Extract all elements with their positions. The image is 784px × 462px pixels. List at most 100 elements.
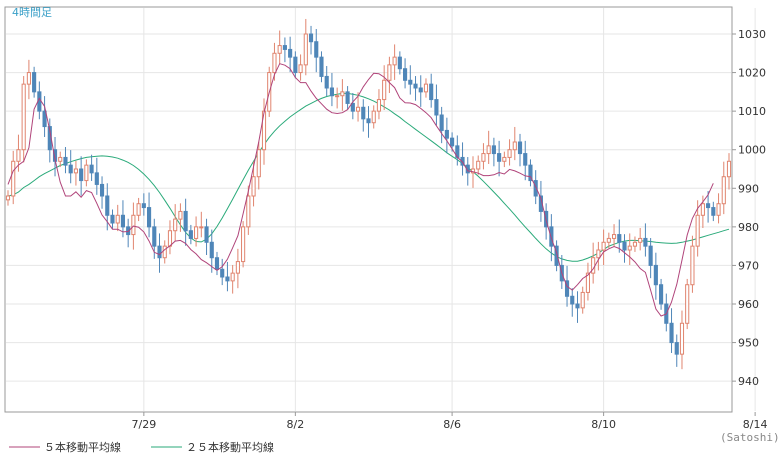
candle-down: [491, 145, 496, 155]
candle-up: [272, 52, 277, 74]
candle-up: [173, 218, 178, 232]
candle-up: [611, 234, 617, 239]
plot-area: [4, 6, 733, 413]
y-axis-ticks: 940 950 960 970 980 990 1000 1010 1020 1030: [732, 28, 766, 388]
y-tick-label: 1020: [738, 67, 766, 80]
candle-up: [387, 64, 392, 81]
y-tick-label: 980: [738, 221, 759, 234]
candle-up: [115, 214, 120, 224]
candle-down: [397, 56, 402, 70]
candle-up: [580, 291, 585, 309]
candle-down: [214, 257, 220, 270]
legend-label-ma5: ５本移動平均線: [44, 440, 121, 454]
y-tick-label: 1000: [738, 144, 766, 157]
period-label: 4時間足: [12, 6, 52, 19]
candle-down: [314, 41, 319, 58]
candle-up: [371, 110, 376, 124]
candle-down: [89, 164, 94, 174]
candle-down: [617, 234, 622, 243]
candle-down: [94, 172, 99, 185]
candle-up: [303, 33, 308, 66]
candle-up: [131, 214, 136, 236]
candle-up: [277, 45, 282, 54]
candle-down: [99, 183, 105, 197]
candle-up: [16, 149, 21, 162]
candle-up: [638, 237, 643, 243]
candle-up: [251, 176, 256, 197]
candle-down: [361, 106, 366, 120]
candle-down: [68, 164, 73, 174]
candle-up: [376, 99, 382, 112]
candle-up: [700, 203, 705, 216]
candle-up: [355, 106, 361, 112]
candle-down: [308, 33, 314, 43]
candle-down: [319, 56, 324, 77]
candle-down: [105, 195, 110, 216]
x-tick-label: 7/29: [131, 418, 156, 431]
candle-down: [653, 264, 658, 286]
x-tick-label: 8/2: [287, 418, 305, 431]
candle-down: [669, 322, 674, 344]
candle-down: [659, 284, 664, 305]
candle-down: [439, 114, 444, 131]
candle-up: [241, 226, 246, 263]
candle-up: [392, 56, 397, 66]
y-tick-label: 1010: [738, 105, 766, 118]
candle-up: [601, 241, 606, 251]
candle-down: [204, 226, 209, 243]
y-tick-label: 990: [738, 182, 759, 195]
candle-up: [235, 261, 240, 274]
candle-up: [136, 203, 141, 216]
candle-down: [282, 45, 287, 50]
candle-up: [73, 168, 78, 174]
candle-up: [21, 83, 26, 151]
legend-label-ma25: ２５本移動平均線: [186, 440, 274, 454]
credit-label: (Satoshi): [720, 431, 780, 444]
candle-up: [685, 284, 690, 324]
candle-up: [476, 160, 481, 170]
candle-down: [146, 207, 152, 228]
candle-up: [486, 145, 491, 155]
candle-down: [293, 56, 298, 74]
candle-down: [225, 276, 230, 282]
x-tick-label: 8/14: [743, 418, 768, 431]
candle-up: [340, 91, 345, 97]
candle-down: [517, 141, 523, 155]
candle-up: [194, 226, 199, 239]
candle-up: [167, 230, 173, 247]
candle-down: [32, 72, 37, 93]
candle-up: [481, 153, 486, 162]
x-axis-ticks: 7/29 8/2 8/6 8/10 8/14: [131, 412, 767, 431]
candle-down: [209, 241, 214, 259]
candle-up: [507, 149, 512, 158]
candle-down: [622, 241, 627, 251]
candle-down: [648, 245, 653, 266]
candle-up: [5, 195, 11, 201]
candle-up: [423, 83, 429, 93]
y-tick-label: 970: [738, 259, 759, 272]
candle-down: [450, 137, 455, 147]
candle-up: [606, 237, 611, 243]
candle-down: [157, 245, 162, 259]
candle-up: [679, 322, 685, 355]
candle-down: [444, 129, 449, 139]
candle-down: [366, 118, 371, 124]
candle-up: [256, 149, 261, 178]
candle-down: [706, 203, 711, 209]
candle-up: [26, 72, 31, 85]
candle-down: [79, 168, 84, 182]
candle-up: [84, 164, 89, 182]
candle-up: [690, 245, 695, 286]
candle-down: [403, 68, 408, 81]
candle-up: [721, 176, 726, 205]
candle-up: [695, 214, 700, 247]
candle-up: [627, 245, 632, 251]
candle-down: [497, 153, 502, 162]
candle-down: [350, 102, 355, 112]
candle-down: [324, 75, 329, 89]
candle-down: [110, 214, 115, 224]
y-tick-label: 960: [738, 298, 759, 311]
candle-down: [141, 203, 146, 209]
candle-down: [408, 79, 413, 85]
candle-down: [152, 226, 157, 247]
